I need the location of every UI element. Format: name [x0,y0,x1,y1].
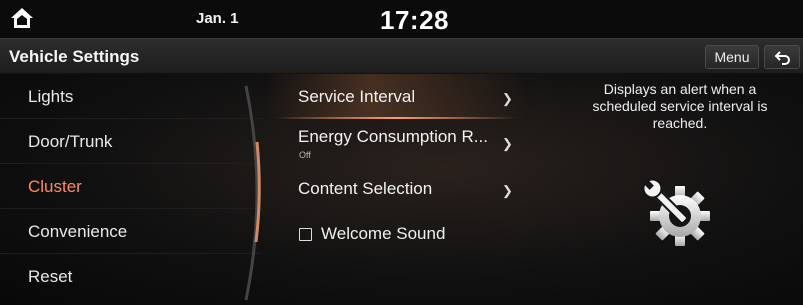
header-bar: Vehicle Settings Menu [0,38,803,74]
sidebar-item-label: Cluster [28,177,82,196]
wrench-gear-icon [638,174,716,252]
status-bar: Jan. 1 17:28 [0,0,803,38]
home-icon[interactable] [9,6,35,30]
sidebar-item-lights[interactable]: Lights [0,74,262,119]
sidebar-item-label: Lights [28,87,74,106]
list-item-energy-consumption[interactable]: Energy Consumption R... Off ❯ [265,119,527,164]
list-item-subvalue: Off [299,150,311,160]
settings-list: Service Interval ❯ Energy Consumption R.… [265,74,527,305]
list-item-label: Service Interval [298,87,416,106]
sidebar-item-cluster[interactable]: Cluster [0,164,262,209]
sidebar-item-label: Reset [28,267,73,286]
sidebar-item-label: Door/Trunk [28,132,113,151]
status-time: 17:28 [380,5,449,35]
welcome-sound-label: Welcome Sound [321,224,446,243]
page-title: Vehicle Settings [9,47,140,66]
back-button[interactable] [764,45,800,69]
sidebar-item-door-trunk[interactable]: Door/Trunk [0,119,262,164]
sidebar: Lights Door/Trunk Cluster Convenience Re… [0,74,262,305]
sidebar-item-label: Convenience [28,222,128,241]
description-text: Displays an alert when a scheduled servi… [592,81,768,131]
chevron-right-icon: ❯ [502,136,513,151]
sidebar-item-convenience[interactable]: Convenience [0,209,262,254]
list-item-label: Content Selection [298,179,433,198]
list-item-service-interval[interactable]: Service Interval ❯ [265,74,527,119]
list-item-content-selection[interactable]: Content Selection ❯ [265,164,527,209]
welcome-sound-checkbox[interactable] [299,228,312,241]
sidebar-item-reset[interactable]: Reset [0,254,262,299]
chevron-right-icon: ❯ [502,91,513,106]
content-area: Lights Door/Trunk Cluster Convenience Re… [0,74,803,305]
list-item-label: Energy Consumption R... [298,127,488,146]
chevron-right-icon: ❯ [502,183,513,198]
status-date: Jan. 1 [196,10,239,27]
back-arrow-icon [774,51,790,65]
menu-button[interactable]: Menu [705,45,759,69]
